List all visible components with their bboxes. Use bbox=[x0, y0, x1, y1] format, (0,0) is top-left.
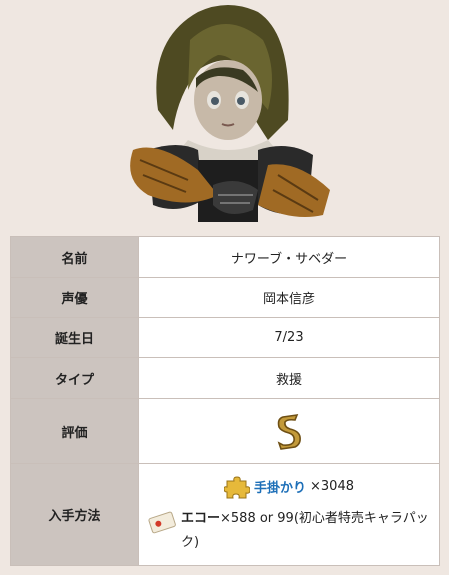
birthday-label: 誕生日 bbox=[10, 317, 139, 358]
character-portrait bbox=[118, 0, 332, 222]
name-label: 名前 bbox=[10, 236, 139, 278]
table-row: 誕生日 7/23 bbox=[10, 317, 440, 358]
echo-name: エコー bbox=[181, 510, 221, 526]
clue-link[interactable]: 手掛かり bbox=[254, 477, 306, 496]
character-info-table: 名前 ナワーブ・サベダー 声優 岡本信彦 誕生日 7/23 タイプ 救援 評価 … bbox=[10, 236, 440, 566]
clue-price: 手掛かり ×3048 bbox=[139, 475, 439, 499]
rank-s-icon bbox=[277, 414, 301, 450]
type-label: タイプ bbox=[10, 357, 139, 399]
table-row: タイプ 救援 bbox=[10, 357, 440, 399]
voice-actor-value: 岡本信彦 bbox=[138, 277, 440, 318]
rating-value bbox=[138, 398, 440, 464]
birthday-value: 7/23 bbox=[138, 317, 440, 358]
clue-amount: ×3048 bbox=[310, 479, 354, 494]
name-value: ナワーブ・サベダー bbox=[138, 236, 440, 278]
puzzle-piece-icon bbox=[224, 475, 250, 498]
acquisition-value: 手掛かり ×3048 エコー×588 or 99(初心者特売キャラパック) bbox=[138, 463, 440, 566]
table-row: 入手方法 手掛かり ×3048 エコー×588 or 99(初心者特売キャラパッ… bbox=[10, 463, 440, 566]
table-row: 評価 bbox=[10, 398, 440, 464]
type-value: 救援 bbox=[138, 357, 440, 399]
rating-label: 評価 bbox=[10, 398, 139, 464]
echo-ticket-icon bbox=[148, 511, 176, 533]
echo-price: エコー×588 or 99(初心者特売キャラパック) bbox=[139, 507, 439, 555]
voice-actor-label: 声優 bbox=[10, 277, 139, 318]
table-row: 名前 ナワーブ・サベダー bbox=[10, 236, 440, 278]
acquisition-label: 入手方法 bbox=[10, 463, 139, 566]
table-row: 声優 岡本信彦 bbox=[10, 277, 440, 318]
